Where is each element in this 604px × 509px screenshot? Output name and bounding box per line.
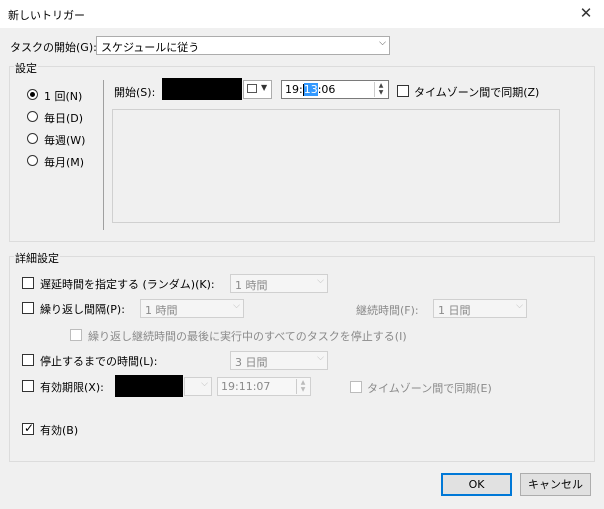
- expire-time-value: 19:11:07: [221, 380, 271, 393]
- radio-weekly-label[interactable]: 毎週(W): [44, 132, 85, 148]
- expire-tz-checkbox[interactable]: [350, 381, 362, 393]
- duration-select[interactable]: 1 日間 ⌵: [433, 299, 527, 318]
- calendar-button[interactable]: ▼: [243, 80, 272, 99]
- radio-once-label[interactable]: 1 回(N): [44, 88, 82, 104]
- start-label: 開始(S):: [114, 86, 156, 99]
- expire-date-dropdown[interactable]: ⌵: [184, 377, 212, 396]
- time-second: :06: [317, 83, 336, 96]
- chevron-down-icon: ⌵: [379, 38, 386, 48]
- stop-after-select[interactable]: 3 日間 ⌵: [230, 351, 328, 370]
- radio-weekly[interactable]: [27, 133, 38, 144]
- begin-task-select[interactable]: スケジュールに従う ⌵: [96, 36, 390, 55]
- begin-task-label: タスクの開始(G):: [10, 41, 97, 54]
- delay-checkbox[interactable]: [22, 277, 34, 289]
- stop-after-value: 3 日間: [235, 356, 268, 369]
- window-title: 新しいトリガー: [8, 9, 85, 22]
- chevron-down-icon: ⌵: [317, 353, 324, 363]
- repeat-select[interactable]: 1 時間 ⌵: [140, 299, 244, 318]
- repeat-label[interactable]: 繰り返し間隔(P):: [40, 301, 125, 317]
- expire-checkbox[interactable]: [22, 380, 34, 392]
- duration-label: 継続時間(F):: [356, 304, 419, 317]
- expire-tz-label[interactable]: タイムゾーン間で同期(E): [367, 380, 492, 396]
- stop-all-label[interactable]: 繰り返し継続時間の最後に実行中のすべてのタスクを停止する(I): [88, 328, 407, 344]
- ok-button[interactable]: OK: [441, 473, 512, 496]
- repeat-checkbox[interactable]: [22, 302, 34, 314]
- radio-daily[interactable]: [27, 111, 38, 122]
- delay-select[interactable]: 1 時間 ⌵: [230, 274, 328, 293]
- delay-value: 1 時間: [235, 279, 268, 292]
- advanced-legend: 詳細設定: [14, 250, 60, 266]
- title-bar: [0, 0, 604, 28]
- begin-task-value: スケジュールに従う: [101, 41, 200, 54]
- delay-label[interactable]: 遅延時間を指定する (ランダム)(K):: [40, 276, 215, 292]
- start-time-field[interactable]: 19:13:06 ▲ ▼: [281, 80, 389, 99]
- recurrence-panel: [112, 109, 560, 223]
- radio-monthly[interactable]: [27, 155, 38, 166]
- cancel-button[interactable]: キャンセル: [520, 473, 591, 496]
- stop-all-checkbox[interactable]: [70, 329, 82, 341]
- tz-sync-label[interactable]: タイムゾーン間で同期(Z): [414, 84, 539, 100]
- chevron-down-icon: ⌵: [201, 379, 208, 389]
- checkmark-icon: ✓: [24, 421, 35, 435]
- chevron-down-icon: ⌵: [317, 276, 324, 286]
- stop-after-label[interactable]: 停止するまでの時間(L):: [40, 353, 157, 369]
- time-hour: 19:: [285, 83, 303, 96]
- chevron-down-icon: ⌵: [233, 301, 240, 311]
- enabled-label[interactable]: 有効(B): [40, 422, 78, 438]
- settings-legend: 設定: [14, 60, 38, 76]
- close-icon[interactable]: ✕: [574, 2, 598, 24]
- tz-sync-checkbox[interactable]: [397, 85, 409, 97]
- radio-monthly-label[interactable]: 毎月(M): [44, 154, 84, 170]
- start-date-redacted[interactable]: [162, 78, 242, 100]
- time-minute-selected: 13: [303, 83, 318, 96]
- settings-divider: [103, 80, 104, 230]
- duration-value: 1 日間: [438, 304, 471, 317]
- chevron-down-icon: ⌵: [516, 301, 523, 311]
- radio-daily-label[interactable]: 毎日(D): [44, 110, 83, 126]
- expire-date-redacted[interactable]: [115, 375, 183, 397]
- enabled-checkbox[interactable]: ✓: [22, 421, 35, 435]
- expire-label[interactable]: 有効期限(X):: [40, 379, 104, 395]
- stop-after-checkbox[interactable]: [22, 354, 34, 366]
- chevron-down-icon: ▼: [261, 83, 268, 92]
- spin-updown-icon[interactable]: ▲ ▼: [374, 82, 387, 97]
- calendar-icon: [247, 84, 257, 93]
- radio-once[interactable]: [27, 89, 38, 100]
- spin-updown-icon[interactable]: ▲ ▼: [296, 379, 309, 394]
- expire-time-field[interactable]: 19:11:07 ▲ ▼: [217, 377, 311, 396]
- repeat-value: 1 時間: [145, 304, 178, 317]
